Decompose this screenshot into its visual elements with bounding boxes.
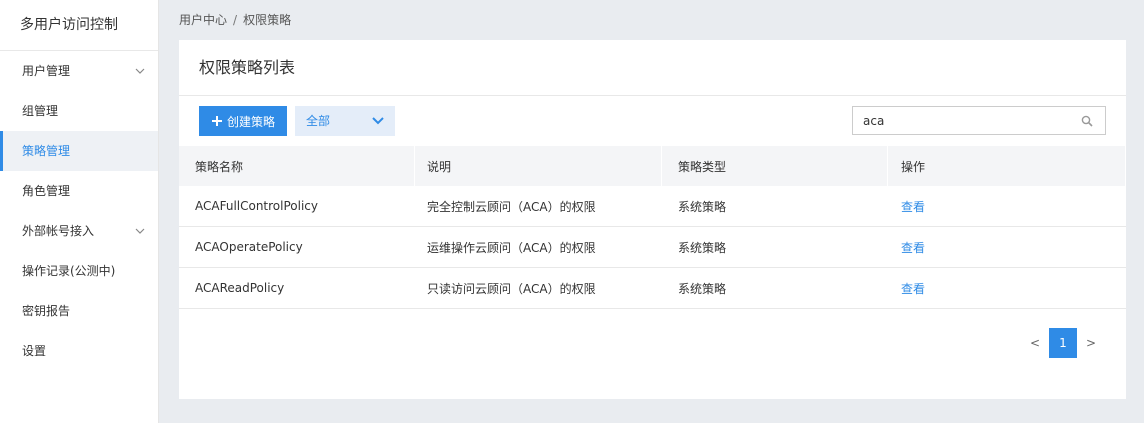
sidebar-item-key-report[interactable]: 密钥报告 <box>0 291 158 331</box>
chevron-down-icon <box>135 228 145 234</box>
policy-type: 系统策略 <box>678 199 727 214</box>
sidebar-item-operation-log[interactable]: 操作记录(公测中) <box>0 251 158 291</box>
create-policy-label: 创建策略 <box>226 114 275 129</box>
policy-table: 策略名称 说明 策略类型 操作 ACAFullControlPolicy 完全控… <box>179 146 1126 309</box>
policy-type-select-value: 全部 <box>306 114 331 128</box>
search-icon[interactable] <box>1081 115 1093 127</box>
sidebar-item-label: 设置 <box>22 344 47 358</box>
policy-type: 系统策略 <box>678 240 727 255</box>
policy-description: 运维操作云顾问（ACA）的权限 <box>427 240 596 255</box>
table-row: ACAReadPolicy 只读访问云顾问（ACA）的权限 系统策略 查看 <box>179 268 1126 309</box>
sidebar-item-policy-management[interactable]: 策略管理 <box>0 131 158 171</box>
chevron-down-icon <box>135 68 145 74</box>
view-link[interactable]: 查看 <box>901 239 925 256</box>
sidebar-item-label: 外部帐号接入 <box>22 224 95 238</box>
policy-name: ACAOperatePolicy <box>195 240 303 254</box>
sidebar-item-label: 角色管理 <box>22 184 71 198</box>
policy-type-select[interactable]: 全部 <box>295 106 395 136</box>
plus-icon <box>211 116 222 126</box>
policy-name: ACAReadPolicy <box>195 281 285 295</box>
next-page-button[interactable]: > <box>1077 328 1105 358</box>
prev-page-button[interactable]: < <box>1021 328 1049 358</box>
column-header-action: 操作 <box>888 146 1126 186</box>
sidebar-item-settings[interactable]: 设置 <box>0 331 158 371</box>
column-header-type: 策略类型 <box>662 146 888 186</box>
breadcrumb-separator: / <box>233 13 238 27</box>
column-header-description: 说明 <box>415 146 662 186</box>
policy-type: 系统策略 <box>678 281 727 296</box>
breadcrumb-root[interactable]: 用户中心 <box>179 13 227 27</box>
sidebar-item-user-management[interactable]: 用户管理 <box>0 51 158 91</box>
sidebar-item-role-management[interactable]: 角色管理 <box>0 171 158 211</box>
sidebar-title: 多用户访问控制 <box>0 0 158 51</box>
sidebar-item-external-account[interactable]: 外部帐号接入 <box>0 211 158 251</box>
pagination: < 1 > <box>1021 328 1105 358</box>
sidebar: 多用户访问控制 用户管理 组管理 策略管理 角色管理 外部帐号接入 操作记录(公… <box>0 0 159 423</box>
policy-name: ACAFullControlPolicy <box>195 199 318 213</box>
search-box <box>852 106 1106 135</box>
table-row: ACAOperatePolicy 运维操作云顾问（ACA）的权限 系统策略 查看 <box>179 227 1126 268</box>
breadcrumb-current: 权限策略 <box>243 13 292 27</box>
breadcrumb: 用户中心 / 权限策略 <box>179 11 291 28</box>
sidebar-item-label: 操作记录(公测中) <box>22 264 116 278</box>
policy-description: 只读访问云顾问（ACA）的权限 <box>427 281 596 296</box>
policy-list-card: 权限策略列表 创建策略 全部 策略名称 说明 策略类型 操作 ACAFullCo… <box>179 40 1126 399</box>
sidebar-item-label: 密钥报告 <box>22 304 71 318</box>
chevron-down-icon <box>372 117 384 125</box>
sidebar-item-label: 策略管理 <box>22 144 71 158</box>
sidebar-item-group-management[interactable]: 组管理 <box>0 91 158 131</box>
create-policy-button[interactable]: 创建策略 <box>199 106 287 136</box>
table-header: 策略名称 说明 策略类型 操作 <box>179 146 1126 186</box>
sidebar-item-label: 用户管理 <box>22 64 71 78</box>
page-title: 权限策略列表 <box>179 40 1126 96</box>
view-link[interactable]: 查看 <box>901 280 925 297</box>
sidebar-item-label: 组管理 <box>22 104 59 118</box>
page-button-current[interactable]: 1 <box>1049 328 1077 358</box>
policy-description: 完全控制云顾问（ACA）的权限 <box>427 199 596 214</box>
table-row: ACAFullControlPolicy 完全控制云顾问（ACA）的权限 系统策… <box>179 186 1126 227</box>
column-header-name: 策略名称 <box>179 146 415 186</box>
search-input[interactable] <box>853 107 1063 134</box>
view-link[interactable]: 查看 <box>901 198 925 215</box>
